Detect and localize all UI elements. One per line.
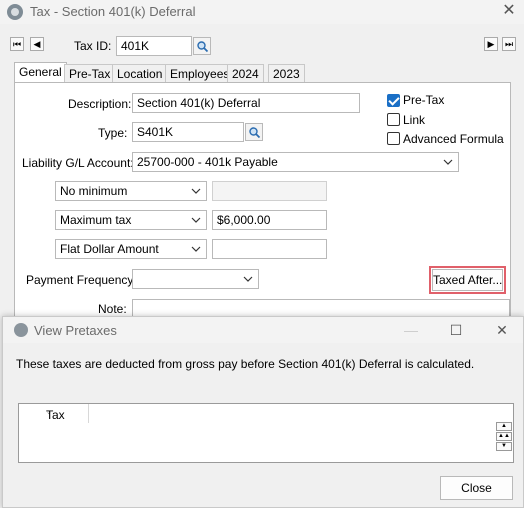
maximize-icon[interactable]: ☐ <box>446 321 466 339</box>
app-icon <box>7 4 23 20</box>
next-record-button[interactable]: ▶ <box>484 37 498 51</box>
view-pretaxes-dialog: View Pretaxes — ☐ ✕ These taxes are dedu… <box>2 316 524 508</box>
tab-2023[interactable]: 2023 <box>268 64 305 83</box>
window-title: Tax - Section 401(k) Deferral <box>30 4 196 19</box>
tab-location[interactable]: Location <box>112 64 168 83</box>
prev-record-button[interactable]: ◀ <box>30 37 44 51</box>
link-checkbox-label: Link <box>403 113 426 127</box>
scroll-up-fast-icon[interactable]: ▲▲ <box>496 432 512 441</box>
calculation-method-value: Flat Dollar Amount <box>60 242 159 256</box>
magnifier-icon <box>249 127 261 139</box>
pre-tax-checkbox[interactable] <box>387 94 400 107</box>
grid-scroll-buttons: ▲ ▲▲ ▼ <box>496 422 512 460</box>
dialog-close-icon[interactable]: ✕ <box>492 321 512 339</box>
type-input[interactable]: S401K <box>132 122 244 142</box>
minimum-select[interactable]: No minimum <box>55 181 207 201</box>
last-record-button[interactable]: ⏭ <box>502 37 516 51</box>
dialog-message: These taxes are deducted from gross pay … <box>16 357 475 371</box>
grid-header-tax[interactable]: ⌄ Tax <box>19 404 89 423</box>
pretax-grid[interactable]: ⌄ Tax ▲ ▲▲ ▼ <box>18 403 514 463</box>
title-bar: Tax - Section 401(k) Deferral ✕ <box>0 0 524 24</box>
chevron-down-icon <box>191 188 201 194</box>
taxed-after-button[interactable]: Taxed After... <box>432 269 503 291</box>
chevron-down-icon <box>243 276 253 282</box>
liability-account-value: 25700-000 - 401k Payable <box>137 155 278 169</box>
payment-frequency-label: Payment Frequency: <box>26 273 137 287</box>
first-record-button[interactable]: ⏮ <box>10 37 24 51</box>
chevron-down-icon <box>443 159 453 165</box>
description-input[interactable]: Section 401(k) Deferral <box>132 93 360 113</box>
maximum-amount-input[interactable]: $6,000.00 <box>212 210 327 230</box>
dialog-title-bar: View Pretaxes — ☐ ✕ <box>3 317 523 343</box>
advanced-formula-checkbox-label: Advanced Formula <box>403 132 504 146</box>
scroll-down-icon[interactable]: ▼ <box>496 442 512 451</box>
maximum-select[interactable]: Maximum tax <box>55 210 207 230</box>
type-lookup-button[interactable] <box>245 123 263 141</box>
maximum-select-value: Maximum tax <box>60 213 132 227</box>
tab-employees[interactable]: Employees <box>165 64 235 83</box>
dialog-app-icon <box>14 323 28 337</box>
dialog-title: View Pretaxes <box>34 323 117 338</box>
chevron-down-icon <box>191 246 201 252</box>
calculation-amount-input[interactable] <box>212 239 327 259</box>
chevron-down-icon <box>191 217 201 223</box>
type-label: Type: <box>98 126 128 140</box>
liability-label: Liability G/L Account: <box>22 156 134 170</box>
tax-id-label: Tax ID: <box>74 39 112 53</box>
scroll-up-icon[interactable]: ▲ <box>496 422 512 431</box>
description-label: Description: <box>68 97 132 111</box>
tab-pre-tax[interactable]: Pre-Tax <box>64 64 116 83</box>
magnifier-icon <box>197 41 209 53</box>
link-checkbox[interactable] <box>387 113 400 126</box>
tax-id-lookup-button[interactable] <box>193 37 211 55</box>
close-button[interactable]: Close <box>440 476 513 500</box>
calculation-method-select[interactable]: Flat Dollar Amount <box>55 239 207 259</box>
advanced-formula-checkbox[interactable] <box>387 132 400 145</box>
note-label: Note: <box>98 302 127 316</box>
pre-tax-checkbox-label: Pre-Tax <box>403 93 445 107</box>
payment-frequency-select[interactable] <box>132 269 259 289</box>
minimize-icon[interactable]: — <box>401 321 421 339</box>
minimum-select-value: No minimum <box>60 184 128 198</box>
liability-account-select[interactable]: 25700-000 - 401k Payable <box>132 152 459 172</box>
tab-2024[interactable]: 2024 <box>227 64 264 83</box>
tax-id-input[interactable]: 401K <box>116 36 192 56</box>
minimum-amount-input[interactable] <box>212 181 327 201</box>
close-icon[interactable]: ✕ <box>498 1 520 21</box>
tab-general[interactable]: General <box>14 62 67 82</box>
